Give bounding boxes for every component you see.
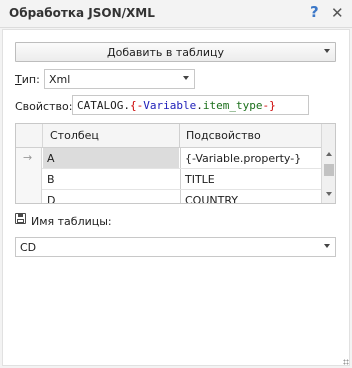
table-name-value: CD: [20, 241, 37, 254]
row-indicator: [16, 169, 42, 190]
table-name-label: Имя таблицы:: [31, 215, 112, 228]
row-indicator: →: [16, 148, 42, 169]
table-name-select[interactable]: CD: [15, 237, 336, 257]
table-row[interactable]: D COUNTRY: [16, 190, 322, 203]
grid-header-indicator: [16, 124, 43, 147]
table-cell[interactable]: D: [43, 190, 179, 203]
table-cell[interactable]: COUNTRY: [180, 190, 322, 203]
type-select-value: Xml: [49, 73, 71, 86]
table-cell[interactable]: A: [43, 148, 179, 168]
resize-grip[interactable]: [343, 359, 349, 365]
chevron-down-icon[interactable]: [324, 49, 330, 53]
row-indicator: [16, 190, 42, 203]
property-input[interactable]: CATALOG.{-Variable.item_type-}: [72, 95, 309, 115]
scroll-down-icon[interactable]: [326, 192, 332, 196]
grid-header: Столбец Подсвойство: [16, 124, 321, 148]
add-to-table-button[interactable]: Добавить в таблицу: [15, 42, 336, 62]
scroll-up-icon[interactable]: [326, 152, 332, 156]
table-cell[interactable]: {-Variable.property-}: [180, 148, 322, 168]
type-label: Тип:: [15, 73, 40, 86]
grid-scrollbar[interactable]: [321, 124, 335, 203]
chevron-down-icon[interactable]: [324, 244, 330, 248]
help-icon[interactable]: ?: [310, 3, 319, 21]
table-cell[interactable]: B: [43, 169, 179, 189]
arrow-right-icon: →: [23, 151, 33, 164]
mapping-grid[interactable]: Столбец Подсвойство → A {-Variable.prope…: [15, 123, 336, 204]
table-row[interactable]: → A {-Variable.property-}: [16, 148, 321, 169]
scroll-thumb[interactable]: [324, 164, 334, 176]
chevron-down-icon[interactable]: [183, 76, 189, 80]
title-bar: Обработка JSON/XML ? ✕: [0, 0, 352, 28]
window-title: Обработка JSON/XML: [9, 6, 155, 20]
table-cell[interactable]: TITLE: [180, 169, 322, 189]
type-select[interactable]: Xml: [44, 69, 195, 89]
property-label: Свойство:: [15, 100, 73, 113]
save-icon: [15, 213, 26, 224]
column-header-podsvoystvo[interactable]: Подсвойство: [186, 129, 261, 142]
close-icon[interactable]: ✕: [331, 4, 344, 22]
add-to-table-label: Добавить в таблицу: [107, 46, 224, 59]
table-row[interactable]: B TITLE: [16, 169, 321, 190]
column-header-stolbec[interactable]: Столбец: [50, 129, 99, 142]
